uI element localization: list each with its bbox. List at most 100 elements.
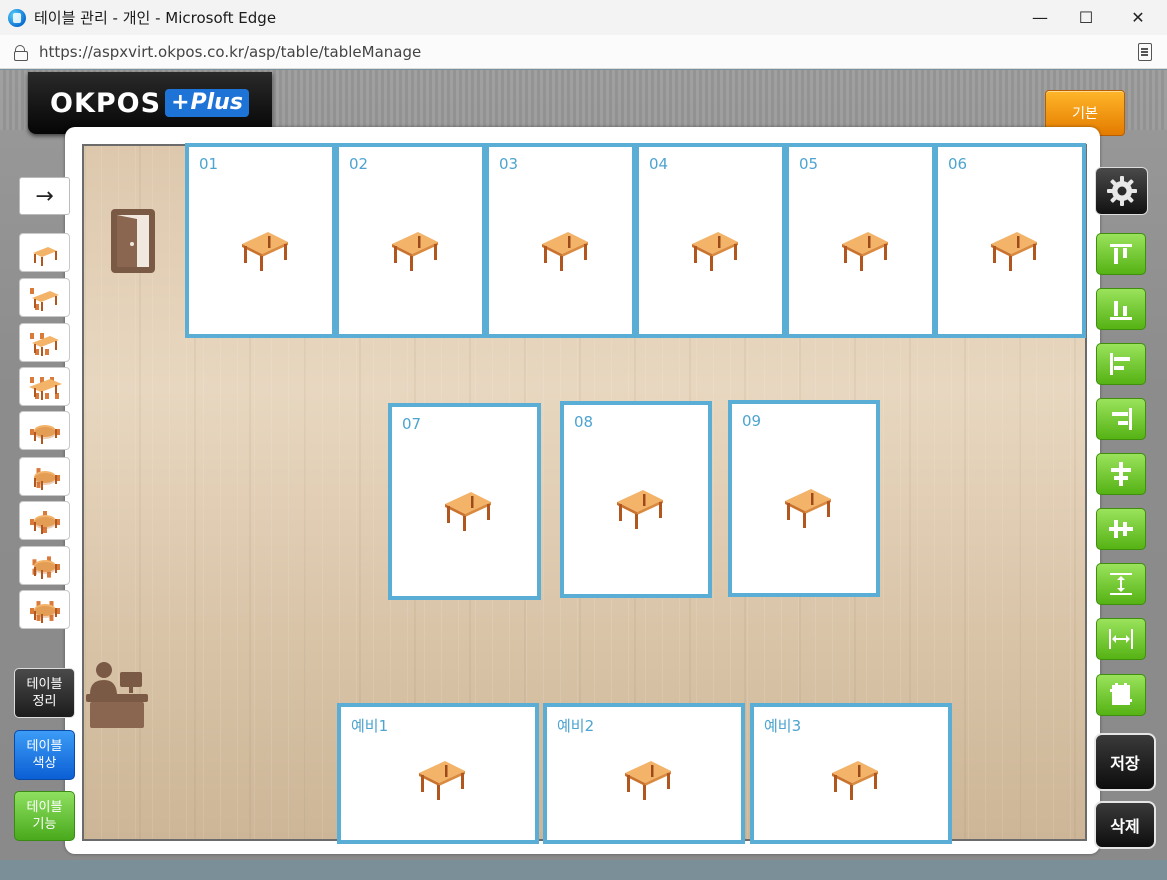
align-vcenter-button[interactable] [1096, 453, 1146, 495]
table-icon [832, 761, 878, 800]
floor-table-1[interactable]: 01 [185, 143, 336, 338]
table-icon [785, 489, 831, 528]
table-number: 09 [742, 412, 762, 430]
table-number: 04 [649, 155, 669, 173]
table-type-table-4[interactable] [19, 323, 70, 362]
door-icon[interactable] [110, 208, 156, 274]
floor-table-12[interactable]: 예비3 [750, 703, 952, 844]
floor-table-2[interactable]: 02 [335, 143, 486, 338]
settings-button[interactable] [1095, 167, 1148, 215]
okpos-logo: OKPOS +Plus [28, 72, 272, 134]
table-icon [445, 492, 491, 531]
round-table-3-icon [33, 467, 60, 490]
distribute-vertical-icon [1110, 573, 1132, 595]
floor-table-7[interactable]: 07 [388, 403, 541, 600]
align-bottom-button[interactable] [1096, 288, 1146, 330]
table-2-icon [29, 287, 59, 311]
table-type-round-table-2[interactable] [19, 411, 70, 450]
distribute-horizontal-button[interactable] [1096, 618, 1146, 660]
address-bar[interactable]: https://aspxvirt.okpos.co.kr/asp/table/t… [0, 35, 1167, 69]
align-bottom-icon [1110, 301, 1132, 320]
floor-table-3[interactable]: 03 [485, 143, 636, 338]
round-table-4-icon [29, 510, 60, 534]
minimize-button[interactable]: — [1015, 0, 1065, 35]
table-type-table-6[interactable] [19, 367, 70, 406]
table-icon-wrap [238, 226, 290, 272]
window-titlebar: 테이블 관리 - 개인 - Microsoft Edge — ☐ ✕ [0, 0, 1167, 35]
table-icon-wrap [415, 755, 467, 801]
round-table-2-icon [29, 424, 60, 444]
round-table-6-icon [29, 600, 60, 623]
table-icon [692, 232, 738, 271]
table-type-round-table-4[interactable] [19, 501, 70, 540]
table-icon [242, 232, 288, 271]
table-type-round-table-3[interactable] [19, 457, 70, 496]
table-icon-wrap [828, 755, 880, 801]
align-hcenter-icon [1109, 520, 1133, 538]
floor-table-9[interactable]: 09 [728, 400, 880, 597]
table-6-icon [28, 376, 62, 400]
align-hcenter-button[interactable] [1096, 508, 1146, 550]
align-left-button[interactable] [1096, 343, 1146, 385]
table-number: 예비2 [557, 717, 595, 735]
gear-icon [1106, 176, 1137, 206]
floor-table-11[interactable]: 예비2 [543, 703, 745, 844]
maximize-button[interactable]: ☐ [1061, 0, 1111, 35]
table-icon [542, 232, 588, 271]
edge-app-icon [8, 8, 26, 27]
reader-mode-icon[interactable] [1138, 43, 1152, 61]
table-icon [991, 232, 1037, 271]
table-icon-wrap [613, 484, 665, 530]
distribute-vertical-button[interactable] [1096, 563, 1146, 605]
table-number: 05 [799, 155, 819, 173]
align-top-button[interactable] [1096, 233, 1146, 275]
url-text[interactable]: https://aspxvirt.okpos.co.kr/asp/table/t… [39, 43, 421, 61]
table-icon-wrap [688, 226, 740, 272]
table-type-round-table-6[interactable] [19, 590, 70, 629]
table-number: 예비3 [764, 717, 802, 735]
table-icon-wrap [621, 755, 673, 801]
delete-button[interactable]: 삭제 [1094, 801, 1156, 849]
align-left-icon [1110, 353, 1130, 375]
table-icon-wrap [838, 226, 890, 272]
table-type-table-1[interactable] [19, 233, 70, 272]
table-icon-wrap [781, 483, 833, 529]
save-button[interactable]: 저장 [1094, 733, 1156, 791]
table-number: 08 [574, 413, 594, 431]
round-table-5-icon [31, 555, 60, 579]
table-icon [842, 232, 888, 271]
floor-table-6[interactable]: 06 [934, 143, 1086, 338]
table-icon [617, 490, 663, 529]
resize-button[interactable] [1096, 674, 1146, 716]
floor-table-5[interactable]: 05 [785, 143, 936, 338]
lock-icon[interactable] [14, 44, 28, 61]
select-arrow-button[interactable]: → [19, 177, 70, 215]
table-color-button[interactable]: 테이블 색상 [14, 730, 75, 780]
table-1-icon [32, 246, 57, 266]
floor-table-8[interactable]: 08 [560, 401, 712, 598]
table-number: 01 [199, 155, 219, 173]
table-icon-wrap [441, 486, 493, 532]
table-number: 02 [349, 155, 369, 173]
align-right-button[interactable] [1096, 398, 1146, 440]
logo-plus-text: Plus [190, 90, 243, 115]
table-4-icon [29, 332, 59, 356]
floor-table-10[interactable]: 예비1 [337, 703, 539, 844]
counter-icon[interactable] [86, 660, 148, 730]
table-icon-wrap [388, 226, 440, 272]
align-top-icon [1110, 244, 1132, 264]
table-number: 03 [499, 155, 519, 173]
table-function-button[interactable]: 테이블 기능 [14, 791, 75, 841]
table-arrange-button[interactable]: 테이블 정리 [14, 668, 75, 718]
distribute-horizontal-icon [1109, 629, 1133, 649]
table-number: 06 [948, 155, 968, 173]
floor-table-4[interactable]: 04 [635, 143, 786, 338]
table-type-round-table-5[interactable] [19, 546, 70, 585]
align-vcenter-icon [1111, 462, 1131, 486]
table-icon-wrap [538, 226, 590, 272]
close-button[interactable]: ✕ [1113, 0, 1163, 35]
resize-icon [1110, 683, 1132, 705]
table-number: 예비1 [351, 717, 389, 735]
table-number: 07 [402, 415, 422, 433]
table-type-table-2[interactable] [19, 278, 70, 317]
